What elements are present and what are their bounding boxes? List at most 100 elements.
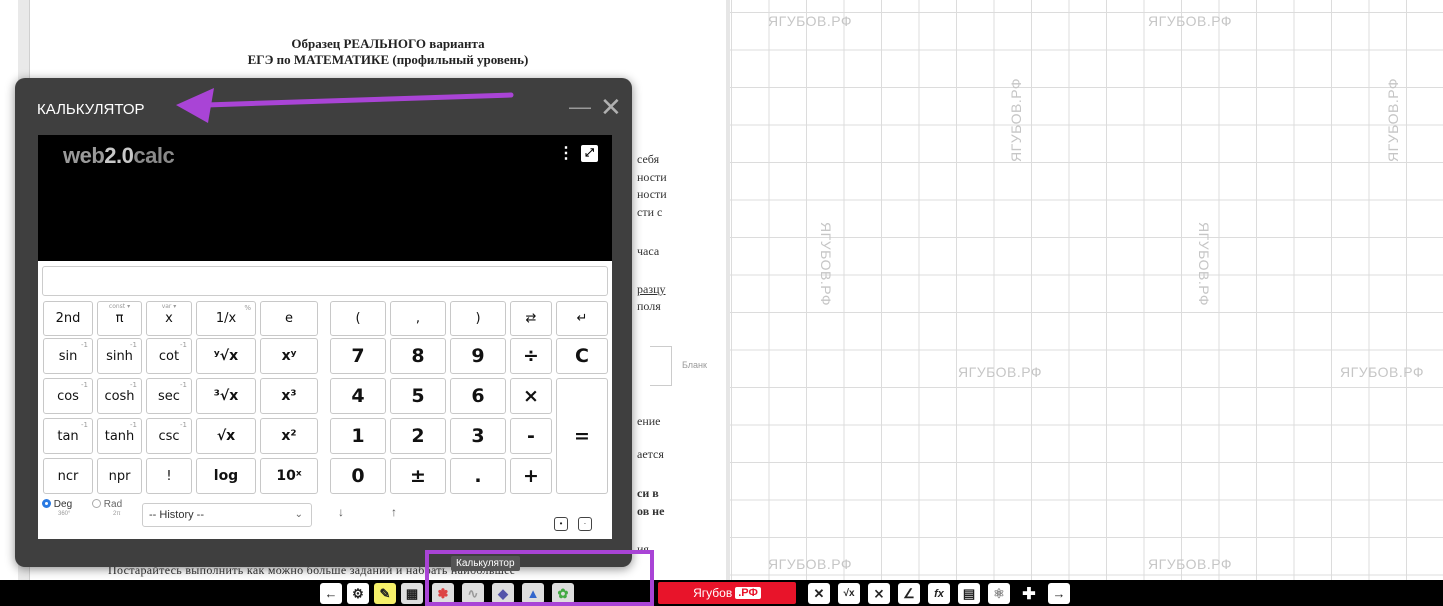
watermark: ЯГУБОВ.РФ bbox=[1008, 77, 1024, 162]
key-power[interactable]: xʸ bbox=[260, 338, 318, 374]
calculator-input[interactable] bbox=[42, 266, 608, 296]
forward-arrow-icon[interactable]: → bbox=[1048, 583, 1070, 604]
key-tan[interactable]: -1 tan bbox=[43, 418, 93, 454]
document-text: сти с bbox=[637, 205, 663, 219]
key-csc[interactable]: -1 csc bbox=[146, 418, 192, 454]
back-arrow-icon[interactable]: ← bbox=[320, 583, 342, 604]
key-equals[interactable]: = bbox=[556, 378, 608, 494]
calculator-title: КАЛЬКУЛЯТОР bbox=[37, 101, 145, 118]
key-6[interactable]: 6 bbox=[450, 378, 506, 414]
key-clear[interactable]: C bbox=[556, 338, 608, 374]
deg-radio[interactable]: Deg bbox=[42, 499, 72, 510]
swap-icon[interactable]: ⇄ bbox=[510, 301, 552, 336]
key-2nd[interactable]: 2nd bbox=[43, 301, 93, 336]
key-9[interactable]: 9 bbox=[450, 338, 506, 374]
key-npr[interactable]: npr bbox=[97, 458, 142, 494]
backspace-icon[interactable]: ↵ bbox=[556, 301, 608, 336]
scroll-icon[interactable]: · bbox=[578, 517, 592, 531]
key-e[interactable]: e bbox=[260, 301, 318, 336]
key-8[interactable]: 8 bbox=[390, 338, 446, 374]
calculator-tooltip: Калькулятор bbox=[451, 556, 520, 571]
key-1[interactable]: 1 bbox=[330, 418, 386, 454]
angle-icon[interactable]: ∠ bbox=[898, 583, 920, 604]
watermark: ЯГУБОВ.РФ bbox=[768, 13, 853, 29]
grid-edge bbox=[726, 0, 730, 580]
key-sinh[interactable]: -1 sinh bbox=[97, 338, 142, 374]
key-close-paren[interactable]: ) bbox=[450, 301, 506, 336]
key-x[interactable]: var ▾ x bbox=[146, 301, 192, 336]
function-icon[interactable]: fx bbox=[928, 583, 950, 604]
chevron-down-icon: ⌄ bbox=[294, 509, 303, 520]
key-reciprocal[interactable]: % 1/x bbox=[196, 301, 256, 336]
document-text: ов не bbox=[637, 504, 665, 518]
plus-circle-icon[interactable]: ✚ bbox=[1018, 583, 1040, 604]
cross-icon[interactable]: ⨯ bbox=[868, 583, 890, 604]
key-subtract[interactable]: - bbox=[510, 418, 552, 454]
key-comma[interactable]: , bbox=[390, 301, 446, 336]
watermark: ЯГУБОВ.РФ bbox=[1196, 222, 1212, 307]
document-text: ности bbox=[637, 170, 667, 184]
memory-icon[interactable]: • bbox=[554, 517, 568, 531]
calculator-window[interactable]: КАЛЬКУЛЯТОР — ✕ web2.0calc ⋮ ⤢ 2nd const… bbox=[15, 78, 632, 567]
key-cube[interactable]: x³ bbox=[260, 378, 318, 414]
key-cube-root[interactable]: ³√x bbox=[196, 378, 256, 414]
history-select[interactable]: -- History -- ⌄ bbox=[142, 503, 312, 527]
calculator-display: web2.0calc ⋮ ⤢ bbox=[38, 135, 612, 261]
history-down-icon[interactable]: ↓ bbox=[338, 505, 344, 519]
document-text: поля bbox=[637, 299, 661, 313]
key-cosh[interactable]: -1 cosh bbox=[97, 378, 142, 414]
minimize-icon[interactable]: — bbox=[569, 94, 591, 120]
blank-box bbox=[650, 346, 672, 386]
key-sqrt[interactable]: √x bbox=[196, 418, 256, 454]
key-cos[interactable]: -1 cos bbox=[43, 378, 93, 414]
key-ten-power[interactable]: 10ˣ bbox=[260, 458, 318, 494]
atom-icon[interactable]: ⚛ bbox=[988, 583, 1010, 604]
key-pi[interactable]: const ▾ π bbox=[97, 301, 142, 336]
calculator-icon[interactable]: ▦ bbox=[401, 583, 423, 604]
watermark: ЯГУБОВ.РФ bbox=[1340, 364, 1425, 380]
key-5[interactable]: 5 bbox=[390, 378, 446, 414]
brand-button[interactable]: Ягубов .РФ bbox=[658, 582, 796, 604]
document-title: Образец РЕАЛЬНОГО варианта ЕГЭ по МАТЕМА… bbox=[188, 36, 588, 68]
key-square[interactable]: x² bbox=[260, 418, 318, 454]
rad-radio[interactable]: Rad bbox=[92, 499, 122, 510]
web2calc-logo: web2.0calc bbox=[63, 143, 175, 168]
key-sec[interactable]: -1 sec bbox=[146, 378, 192, 414]
key-cot[interactable]: -1 cot bbox=[146, 338, 192, 374]
blank-label: Бланк bbox=[682, 360, 707, 370]
key-divide[interactable]: ÷ bbox=[510, 338, 552, 374]
key-open-paren[interactable]: ( bbox=[330, 301, 386, 336]
document-text: разцу bbox=[637, 282, 666, 296]
document-text: часа bbox=[637, 244, 660, 258]
key-3[interactable]: 3 bbox=[450, 418, 506, 454]
key-sin[interactable]: -1 sin bbox=[43, 338, 93, 374]
key-2[interactable]: 2 bbox=[390, 418, 446, 454]
key-4[interactable]: 4 bbox=[330, 378, 386, 414]
key-0[interactable]: 0 bbox=[330, 458, 386, 494]
document-title-line2: ЕГЭ по МАТЕМАТИКЕ (профильный уровень) bbox=[247, 52, 529, 67]
pen-icon[interactable]: ✎ bbox=[374, 583, 396, 604]
notes-icon[interactable]: ▤ bbox=[958, 583, 980, 604]
rad-sublabel: 2π bbox=[113, 511, 121, 517]
key-multiply[interactable]: × bbox=[510, 378, 552, 414]
watermark: ЯГУБОВ.РФ bbox=[1148, 13, 1233, 29]
key-yroot[interactable]: ʸ√x bbox=[196, 338, 256, 374]
document-text: ности bbox=[637, 187, 667, 201]
key-factorial[interactable]: ! bbox=[146, 458, 192, 494]
close-icon[interactable]: ✕ bbox=[600, 92, 622, 123]
menu-icon[interactable]: ⋮ bbox=[558, 143, 574, 163]
key-log[interactable]: log bbox=[196, 458, 256, 494]
key-ncr[interactable]: ncr bbox=[43, 458, 93, 494]
annotation-arrow bbox=[176, 88, 514, 123]
sqrt-icon[interactable]: √x bbox=[838, 583, 860, 604]
key-tanh[interactable]: -1 tanh bbox=[97, 418, 142, 454]
key-plus-minus[interactable]: ± bbox=[390, 458, 446, 494]
close-x-icon[interactable]: ✕ bbox=[808, 583, 830, 604]
document-text: ение bbox=[637, 414, 661, 428]
key-decimal[interactable]: . bbox=[450, 458, 506, 494]
expand-icon[interactable]: ⤢ bbox=[581, 145, 598, 162]
key-add[interactable]: + bbox=[510, 458, 552, 494]
gear-icon[interactable]: ⚙ bbox=[347, 583, 369, 604]
key-7[interactable]: 7 bbox=[330, 338, 386, 374]
history-up-icon[interactable]: ↑ bbox=[391, 505, 397, 519]
